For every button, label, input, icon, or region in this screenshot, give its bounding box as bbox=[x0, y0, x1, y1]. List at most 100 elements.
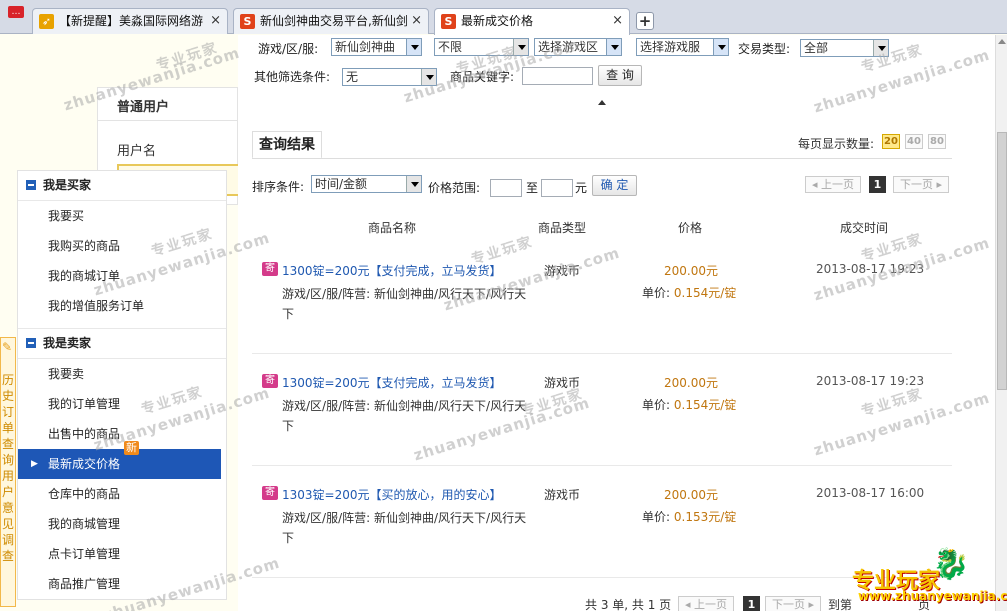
login-title: 普通用户 bbox=[117, 100, 170, 115]
menu-item-on-sale[interactable]: 出售中的商品 bbox=[18, 419, 226, 449]
next-page-button[interactable]: 下一页 ▸ bbox=[893, 176, 949, 193]
menu-item-mall-orders[interactable]: 我的商城订单 bbox=[18, 261, 226, 291]
item-time: 2013-08-17 16:00 bbox=[816, 486, 925, 500]
search-button[interactable]: 查 询 bbox=[598, 65, 642, 86]
column-header-type: 商品类型 bbox=[538, 221, 587, 235]
browser-tab-3[interactable]: S 最新成交价格 × bbox=[434, 8, 630, 35]
logo-url: www.zhuanyewanjia.com bbox=[858, 589, 1007, 603]
item-type: 游戏币 bbox=[544, 376, 581, 390]
close-icon[interactable]: × bbox=[210, 9, 221, 33]
vertical-scrollbar[interactable] bbox=[995, 35, 1007, 611]
consignment-badge: 寄 bbox=[262, 486, 278, 500]
select-value: 时间/金额 bbox=[315, 177, 368, 191]
dropdown-arrow-icon bbox=[421, 69, 436, 85]
consignment-badge: 寄 bbox=[262, 374, 278, 388]
item-name-link[interactable]: 1303锭=200元【买的放心，用的安心】 bbox=[282, 486, 502, 503]
select-value: 新仙剑神曲 bbox=[335, 40, 396, 54]
menu-item-latest-prices[interactable]: ▶ 最新成交价格 新 bbox=[18, 441, 221, 479]
item-name-link[interactable]: 1300锭=200元【支付完成，立马发货】 bbox=[282, 374, 502, 391]
to-label: 至 bbox=[526, 181, 539, 195]
per-page-20[interactable]: 20 bbox=[882, 134, 900, 149]
menu-item-mall-manage[interactable]: 我的商城管理 bbox=[18, 509, 226, 539]
column-header-time: 成交时间 bbox=[840, 221, 889, 235]
footer-prev-button[interactable]: ◂ 上一页 bbox=[678, 596, 734, 611]
unit-label: 单价: bbox=[642, 398, 671, 412]
yuan-label: 元 bbox=[575, 181, 588, 195]
collapse-filters-icon[interactable] bbox=[598, 100, 606, 105]
scroll-up-icon[interactable] bbox=[998, 39, 1006, 44]
page-number[interactable]: 1 bbox=[869, 176, 886, 193]
dropdown-arrow-icon bbox=[873, 40, 888, 56]
item-time: 2013-08-17 19:23 bbox=[816, 262, 925, 276]
browser-tab-1[interactable]: ➶ 【新提醒】美淼国际网络游 × bbox=[32, 8, 228, 34]
menu-item-order-manage[interactable]: 我的订单管理 bbox=[18, 389, 226, 419]
game-select[interactable]: 新仙剑神曲 bbox=[331, 38, 422, 56]
price-max-input[interactable] bbox=[541, 179, 573, 197]
area-select[interactable]: 选择游戏区 bbox=[534, 38, 622, 56]
game-label: 游戏/区/服: bbox=[258, 42, 319, 56]
keyword-label: 商品关键字: bbox=[450, 70, 515, 84]
item-server: 游戏/区/服/阵营: 新仙剑神曲/风行天下/风行天下 bbox=[282, 399, 527, 433]
menu-item-vas-orders[interactable]: 我的增值服务订单 bbox=[18, 291, 226, 321]
seller-section-title[interactable]: 我是卖家 bbox=[18, 329, 226, 359]
menu-item-purchased[interactable]: 我购买的商品 bbox=[18, 231, 226, 261]
history-feedback-sidebar[interactable]: ✎ 历史订单查询用户意见调查 bbox=[0, 337, 16, 607]
divider bbox=[252, 158, 952, 159]
menu-item-warehouse[interactable]: 仓库中的商品 bbox=[18, 479, 226, 509]
collapse-icon[interactable] bbox=[26, 338, 36, 348]
table-row: 寄 1303锭=200元【买的放心，用的安心】 游戏/区/服/阵营: 新仙剑神曲… bbox=[252, 466, 952, 578]
close-icon[interactable]: × bbox=[411, 9, 422, 33]
select-value: 无 bbox=[346, 70, 359, 84]
select-value: 全部 bbox=[804, 41, 829, 55]
item-price: 200.00元 bbox=[664, 264, 718, 278]
collapse-icon[interactable] bbox=[26, 180, 36, 190]
buyer-section-title[interactable]: 我是买家 bbox=[18, 171, 226, 201]
confirm-button[interactable]: 确 定 bbox=[592, 175, 637, 196]
menu-item-buy[interactable]: 我要买 bbox=[18, 201, 226, 231]
per-page-80[interactable]: 80 bbox=[928, 134, 946, 149]
close-icon[interactable]: × bbox=[612, 9, 623, 33]
zone-select[interactable]: 不限 bbox=[434, 38, 529, 56]
unit-label: 单价: bbox=[642, 286, 671, 300]
dropdown-arrow-icon bbox=[713, 39, 728, 55]
item-unit-price: 单价: 0.153元/锭 bbox=[642, 508, 736, 525]
select-value: 不限 bbox=[438, 40, 463, 54]
new-tab-button[interactable]: + bbox=[636, 12, 654, 30]
prev-page-button[interactable]: ◂ 上一页 bbox=[805, 176, 861, 193]
next-page-label: 下一页 bbox=[899, 178, 933, 191]
pagination-summary: 共 3 单, 共 1 页 bbox=[585, 598, 672, 611]
dropdown-arrow-icon bbox=[406, 176, 421, 192]
other-filter-label: 其他筛选条件: bbox=[254, 70, 331, 84]
user-menu: 我是买家 我要买 我购买的商品 我的商城订单 我的增值服务订单 我是卖家 我要卖… bbox=[17, 170, 227, 600]
item-type: 游戏币 bbox=[544, 488, 581, 502]
sort-select[interactable]: 时间/金额 bbox=[311, 175, 422, 193]
bookmark-icon: ➶ bbox=[39, 14, 54, 29]
arrow-right-icon: ▶ bbox=[31, 459, 38, 469]
browser-tab-2[interactable]: S 新仙剑神曲交易平台,新仙剑 × bbox=[233, 8, 429, 34]
other-filter-select[interactable]: 无 bbox=[342, 68, 437, 86]
server-select[interactable]: 选择游戏服 bbox=[636, 38, 729, 56]
tab-query-results[interactable]: 查询结果 bbox=[252, 131, 322, 159]
keyword-input[interactable] bbox=[522, 67, 593, 85]
menu-item-card-orders[interactable]: 点卡订单管理 bbox=[18, 539, 226, 569]
menu-item-promotion[interactable]: 商品推广管理 bbox=[18, 569, 226, 599]
per-page-40[interactable]: 40 bbox=[905, 134, 923, 149]
divider bbox=[98, 120, 237, 121]
pencil-icon: ✎ bbox=[2, 340, 13, 354]
menu-item-sell[interactable]: 我要卖 bbox=[18, 359, 226, 389]
trade-type-label: 交易类型: bbox=[738, 42, 791, 56]
trade-type-select[interactable]: 全部 bbox=[800, 39, 889, 57]
scroll-thumb[interactable] bbox=[997, 132, 1007, 390]
select-value: 选择游戏区 bbox=[538, 40, 599, 54]
footer-next-button[interactable]: 下一页 ▸ bbox=[765, 596, 821, 611]
message-icon[interactable]: … bbox=[8, 6, 24, 18]
price-min-input[interactable] bbox=[490, 179, 522, 197]
tab-label: 【新提醒】美淼国际网络游 bbox=[59, 14, 204, 28]
tab-label: 最新成交价格 bbox=[461, 14, 534, 28]
section-label: 我是卖家 bbox=[43, 336, 92, 350]
sort-label: 排序条件: bbox=[252, 180, 305, 194]
footer-page-number[interactable]: 1 bbox=[743, 596, 760, 611]
price-range-label: 价格范围: bbox=[428, 181, 481, 195]
item-name-link[interactable]: 1300锭=200元【支付完成，立马发货】 bbox=[282, 262, 502, 279]
column-header-name: 商品名称 bbox=[368, 221, 417, 235]
